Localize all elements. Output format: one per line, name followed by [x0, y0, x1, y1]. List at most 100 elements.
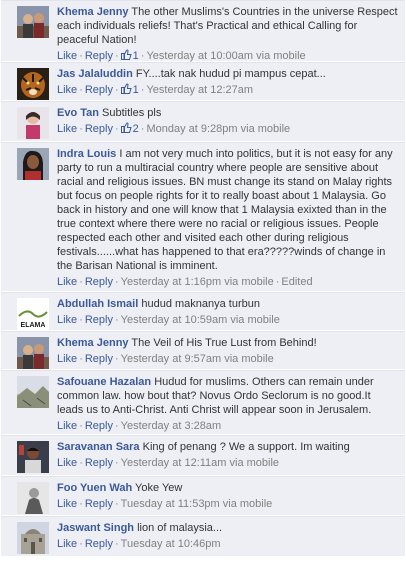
- comment-item: Jas Jalaluddin FY....tak nak hudud pi ma…: [1, 62, 405, 100]
- comment-actions: Like · Reply · Yesterday at 10:59am via mobi…: [57, 313, 399, 327]
- person-avatar-icon[interactable]: [17, 441, 49, 473]
- separator: ·: [79, 276, 83, 288]
- comment-author[interactable]: Indra Louis: [57, 148, 116, 160]
- comment-actions: Like · Reply · Yesterday at 1:16pm via mobil…: [57, 275, 399, 289]
- comment-item: Foo Yuen Wah Yoke Yew Like · Reply · Tuesday…: [1, 476, 405, 515]
- timestamp[interactable]: Yesterday at 9:57am via mobile: [121, 353, 274, 365]
- comment-text: Yoke Yew: [135, 482, 183, 494]
- building-avatar-icon[interactable]: [17, 522, 49, 554]
- reply-button[interactable]: Reply: [85, 457, 113, 469]
- comment-item: Safouane Hazalan Hudud for muslims. Othe…: [1, 370, 405, 434]
- like-button[interactable]: Like: [57, 457, 77, 469]
- comment-author[interactable]: Foo Yuen Wah: [57, 482, 132, 494]
- like-count[interactable]: 1: [133, 84, 139, 96]
- separator: ·: [114, 353, 119, 365]
- comment-actions: Like · Reply · Yesterday at 12:11am via mobi…: [57, 456, 399, 470]
- like-button[interactable]: Like: [57, 420, 77, 432]
- separator: ·: [114, 50, 119, 62]
- timestamp[interactable]: Yesterday at 3:28am: [121, 420, 222, 432]
- comment-text: King of penang ? We a support. Im waitin…: [142, 441, 350, 453]
- comment-author[interactable]: Khema Jenny: [57, 337, 129, 349]
- separator: ·: [114, 457, 119, 469]
- comment-actions: Like · Reply · 1 · Yesterday at 10:00am via mo…: [57, 49, 399, 63]
- reply-button[interactable]: Reply: [85, 538, 113, 550]
- separator: ·: [79, 50, 83, 62]
- comment-actions: Like · Reply · Tuesday at 10:46pm: [57, 537, 399, 551]
- thumbs-up-icon[interactable]: [120, 83, 132, 94]
- comment-item: Evo Tan Subtitles pls Like · Reply · 2 · Monda…: [1, 101, 405, 141]
- separator: ·: [79, 498, 83, 510]
- comment-text: Subtitles pls: [102, 107, 162, 119]
- person-avatar-icon[interactable]: [17, 107, 49, 139]
- like-button[interactable]: Like: [57, 50, 77, 62]
- like-button[interactable]: Like: [57, 538, 77, 550]
- timestamp[interactable]: Tuesday at 10:46pm: [121, 538, 221, 550]
- edited-label[interactable]: Edited: [281, 276, 312, 288]
- like-count[interactable]: 1: [133, 50, 139, 62]
- comment-item: Indra Louis I am not very much into poli…: [1, 142, 405, 291]
- reply-button[interactable]: Reply: [85, 84, 113, 96]
- comment-item: ELAMA Abdullah Ismail hudud maknanya tur…: [1, 292, 405, 330]
- reply-button[interactable]: Reply: [85, 50, 113, 62]
- comment-item: Saravanan Sara King of penang ? We a sup…: [1, 435, 405, 475]
- elama-logo-icon[interactable]: ELAMA: [17, 298, 49, 330]
- comment-author[interactable]: Safouane Hazalan: [57, 376, 151, 388]
- reply-button[interactable]: Reply: [85, 276, 113, 288]
- tiger-avatar-icon[interactable]: [17, 68, 49, 100]
- separator: ·: [114, 420, 119, 432]
- separator: ·: [114, 538, 119, 550]
- timestamp[interactable]: Monday at 9:28pm via mobile: [146, 123, 290, 135]
- like-count[interactable]: 2: [133, 123, 139, 135]
- timestamp[interactable]: Yesterday at 10:00am via mobile: [146, 50, 305, 62]
- comment-text: The Veil of His True Lust from Behind!: [131, 337, 317, 349]
- person-avatar-icon[interactable]: [17, 148, 49, 180]
- reply-button[interactable]: Reply: [85, 498, 113, 510]
- thumbs-up-icon[interactable]: [120, 122, 132, 133]
- comment-author[interactable]: Khema Jenny: [57, 6, 129, 18]
- landscape-avatar-icon[interactable]: [17, 376, 49, 408]
- comment-actions: Like · Reply · Tuesday at 11:53pm via mobile: [57, 497, 399, 511]
- reply-button[interactable]: Reply: [85, 420, 113, 432]
- like-button[interactable]: Like: [57, 84, 77, 96]
- separator: ·: [79, 538, 83, 550]
- comment-item: Jaswant Singh lion of malaysia... Like · R…: [1, 516, 405, 556]
- reply-button[interactable]: Reply: [85, 353, 113, 365]
- like-button[interactable]: Like: [57, 314, 77, 326]
- timestamp[interactable]: Tuesday at 11:53pm via mobile: [121, 498, 273, 510]
- comment-text: FY....tak nak hudud pi mampus cepat...: [135, 68, 326, 80]
- person-avatar-icon[interactable]: [17, 337, 49, 369]
- reply-button[interactable]: Reply: [85, 314, 113, 326]
- reply-button[interactable]: Reply: [85, 123, 113, 135]
- separator: ·: [79, 84, 83, 96]
- person-avatar-icon[interactable]: [17, 482, 49, 514]
- comment-author[interactable]: Saravanan Sara: [57, 441, 140, 453]
- elama-logo-text: ELAMA: [21, 322, 46, 329]
- separator: ·: [114, 498, 119, 510]
- timestamp[interactable]: Yesterday at 1:16pm via mobile: [121, 276, 274, 288]
- separator: ·: [114, 123, 119, 135]
- comment-actions: Like · Reply · 1 · Yesterday at 12:27am: [57, 83, 399, 97]
- comment-actions: Like · Reply · 2 · Monday at 9:28pm via mobile: [57, 122, 399, 136]
- timestamp[interactable]: Yesterday at 12:11am via mobile: [121, 457, 279, 469]
- separator: ·: [114, 84, 119, 96]
- separator: ·: [114, 276, 119, 288]
- person-avatar-icon[interactable]: [17, 6, 49, 38]
- separator: ·: [79, 420, 83, 432]
- like-button[interactable]: Like: [57, 276, 77, 288]
- comment-author[interactable]: Jaswant Singh: [57, 522, 134, 534]
- like-button[interactable]: Like: [57, 498, 77, 510]
- comment-item: Khema Jenny The Veil of His True Lust fr…: [1, 331, 405, 369]
- comment-list: Khema Jenny The other Muslims's Countrie…: [1, 0, 405, 556]
- thumbs-up-icon[interactable]: [120, 49, 132, 60]
- separator: ·: [79, 457, 83, 469]
- comment-text: hudud maknanya turbun: [141, 298, 261, 310]
- separator: ·: [79, 314, 83, 326]
- separator: ·: [79, 123, 83, 135]
- timestamp[interactable]: Yesterday at 12:27am: [146, 84, 253, 96]
- like-button[interactable]: Like: [57, 123, 77, 135]
- comment-author[interactable]: Evo Tan: [57, 107, 99, 119]
- like-button[interactable]: Like: [57, 353, 77, 365]
- comment-author[interactable]: Abdullah Ismail: [57, 298, 138, 310]
- timestamp[interactable]: Yesterday at 10:59am via mobile: [121, 314, 280, 326]
- comment-author[interactable]: Jas Jalaluddin: [57, 68, 133, 80]
